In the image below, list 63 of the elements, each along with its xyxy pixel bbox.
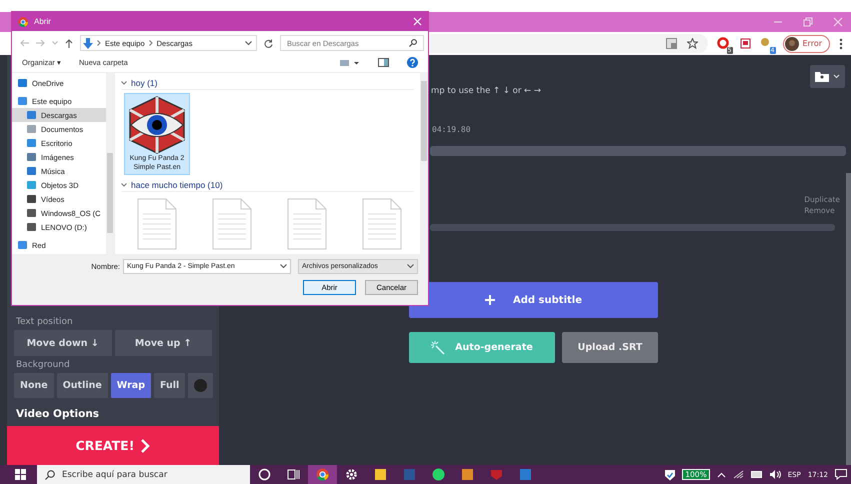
chrome-icon [18, 16, 28, 26]
document-icon [362, 198, 402, 250]
scrollbar[interactable] [420, 73, 428, 254]
dialog-title: Abrir [34, 17, 51, 26]
position-button[interactable]: Move up ↑ [114, 330, 212, 356]
preview-pane-icon[interactable] [378, 58, 389, 67]
chevron-right-icon [140, 438, 150, 452]
folder-icon [815, 71, 829, 82]
section-heading: Video Options [15, 408, 100, 420]
background-option[interactable]: Outline [56, 373, 108, 398]
background-option[interactable]: Full [154, 373, 186, 398]
search-icon [409, 39, 417, 47]
caret-down-icon [407, 264, 414, 269]
view-options-icon[interactable] [340, 58, 360, 66]
group-header[interactable]: hoy (1) [121, 77, 414, 90]
star-icon[interactable] [686, 38, 698, 49]
plus-icon [485, 295, 496, 305]
extension-icon[interactable] [740, 38, 750, 49]
download-arrow-icon [83, 38, 93, 48]
create-button[interactable]: CREATE! [7, 426, 219, 465]
position-button[interactable]: Move down ↓ [14, 330, 112, 356]
avatar-icon [784, 36, 798, 50]
caret-down-icon [833, 74, 840, 79]
color-swatch-button[interactable] [188, 373, 214, 398]
section-label: Text position [15, 317, 74, 327]
scrollbar[interactable] [846, 173, 851, 465]
menu-icon[interactable] [839, 38, 843, 50]
upload-srt-button[interactable]: Upload .SRT [562, 332, 658, 363]
document-icon [286, 198, 326, 250]
background-option[interactable]: None [14, 373, 54, 398]
caret-down-icon [121, 81, 127, 85]
wifi-icon[interactable] [732, 470, 744, 479]
refresh-icon[interactable] [264, 38, 273, 48]
chrome-taskbar-icon[interactable] [308, 465, 337, 484]
help-icon[interactable] [407, 57, 418, 68]
hint-text: mp to use the ↑ ↓ or ← → [431, 86, 542, 96]
search-icon [45, 470, 55, 480]
timestamp: 04:19.80 [432, 125, 472, 134]
notifications-icon[interactable] [835, 469, 847, 480]
chevron-right-icon [97, 40, 101, 46]
shield-check-icon[interactable] [665, 468, 676, 480]
group-header[interactable]: hace mucho tiempo (10) [121, 179, 414, 192]
document-icon [212, 198, 252, 250]
magic-wand-icon [431, 340, 446, 354]
caret-down-icon [121, 183, 127, 187]
document-icon [136, 198, 176, 250]
taskbar-search-field[interactable]: Escribe aquí para buscar [37, 465, 250, 484]
caret-up-icon[interactable] [716, 472, 726, 478]
text-field[interactable] [430, 146, 846, 156]
scrollbar[interactable] [106, 73, 114, 254]
section-label: Background [15, 360, 71, 370]
caret-down-icon[interactable] [245, 40, 252, 46]
translate-icon[interactable] [666, 38, 676, 49]
profile-button[interactable]: Error [782, 34, 830, 52]
start-icon[interactable] [15, 469, 26, 480]
folder-menu-button[interactable] [810, 65, 845, 88]
battery-icon[interactable] [750, 471, 763, 478]
speaker-icon[interactable] [770, 470, 781, 479]
caret-down-icon [280, 264, 287, 269]
chevron-right-icon [148, 40, 153, 46]
add-subtitle-button[interactable]: Add subtitle [409, 282, 658, 318]
background-option[interactable]: Wrap [110, 373, 152, 398]
up-arrow-icon[interactable] [65, 38, 73, 48]
